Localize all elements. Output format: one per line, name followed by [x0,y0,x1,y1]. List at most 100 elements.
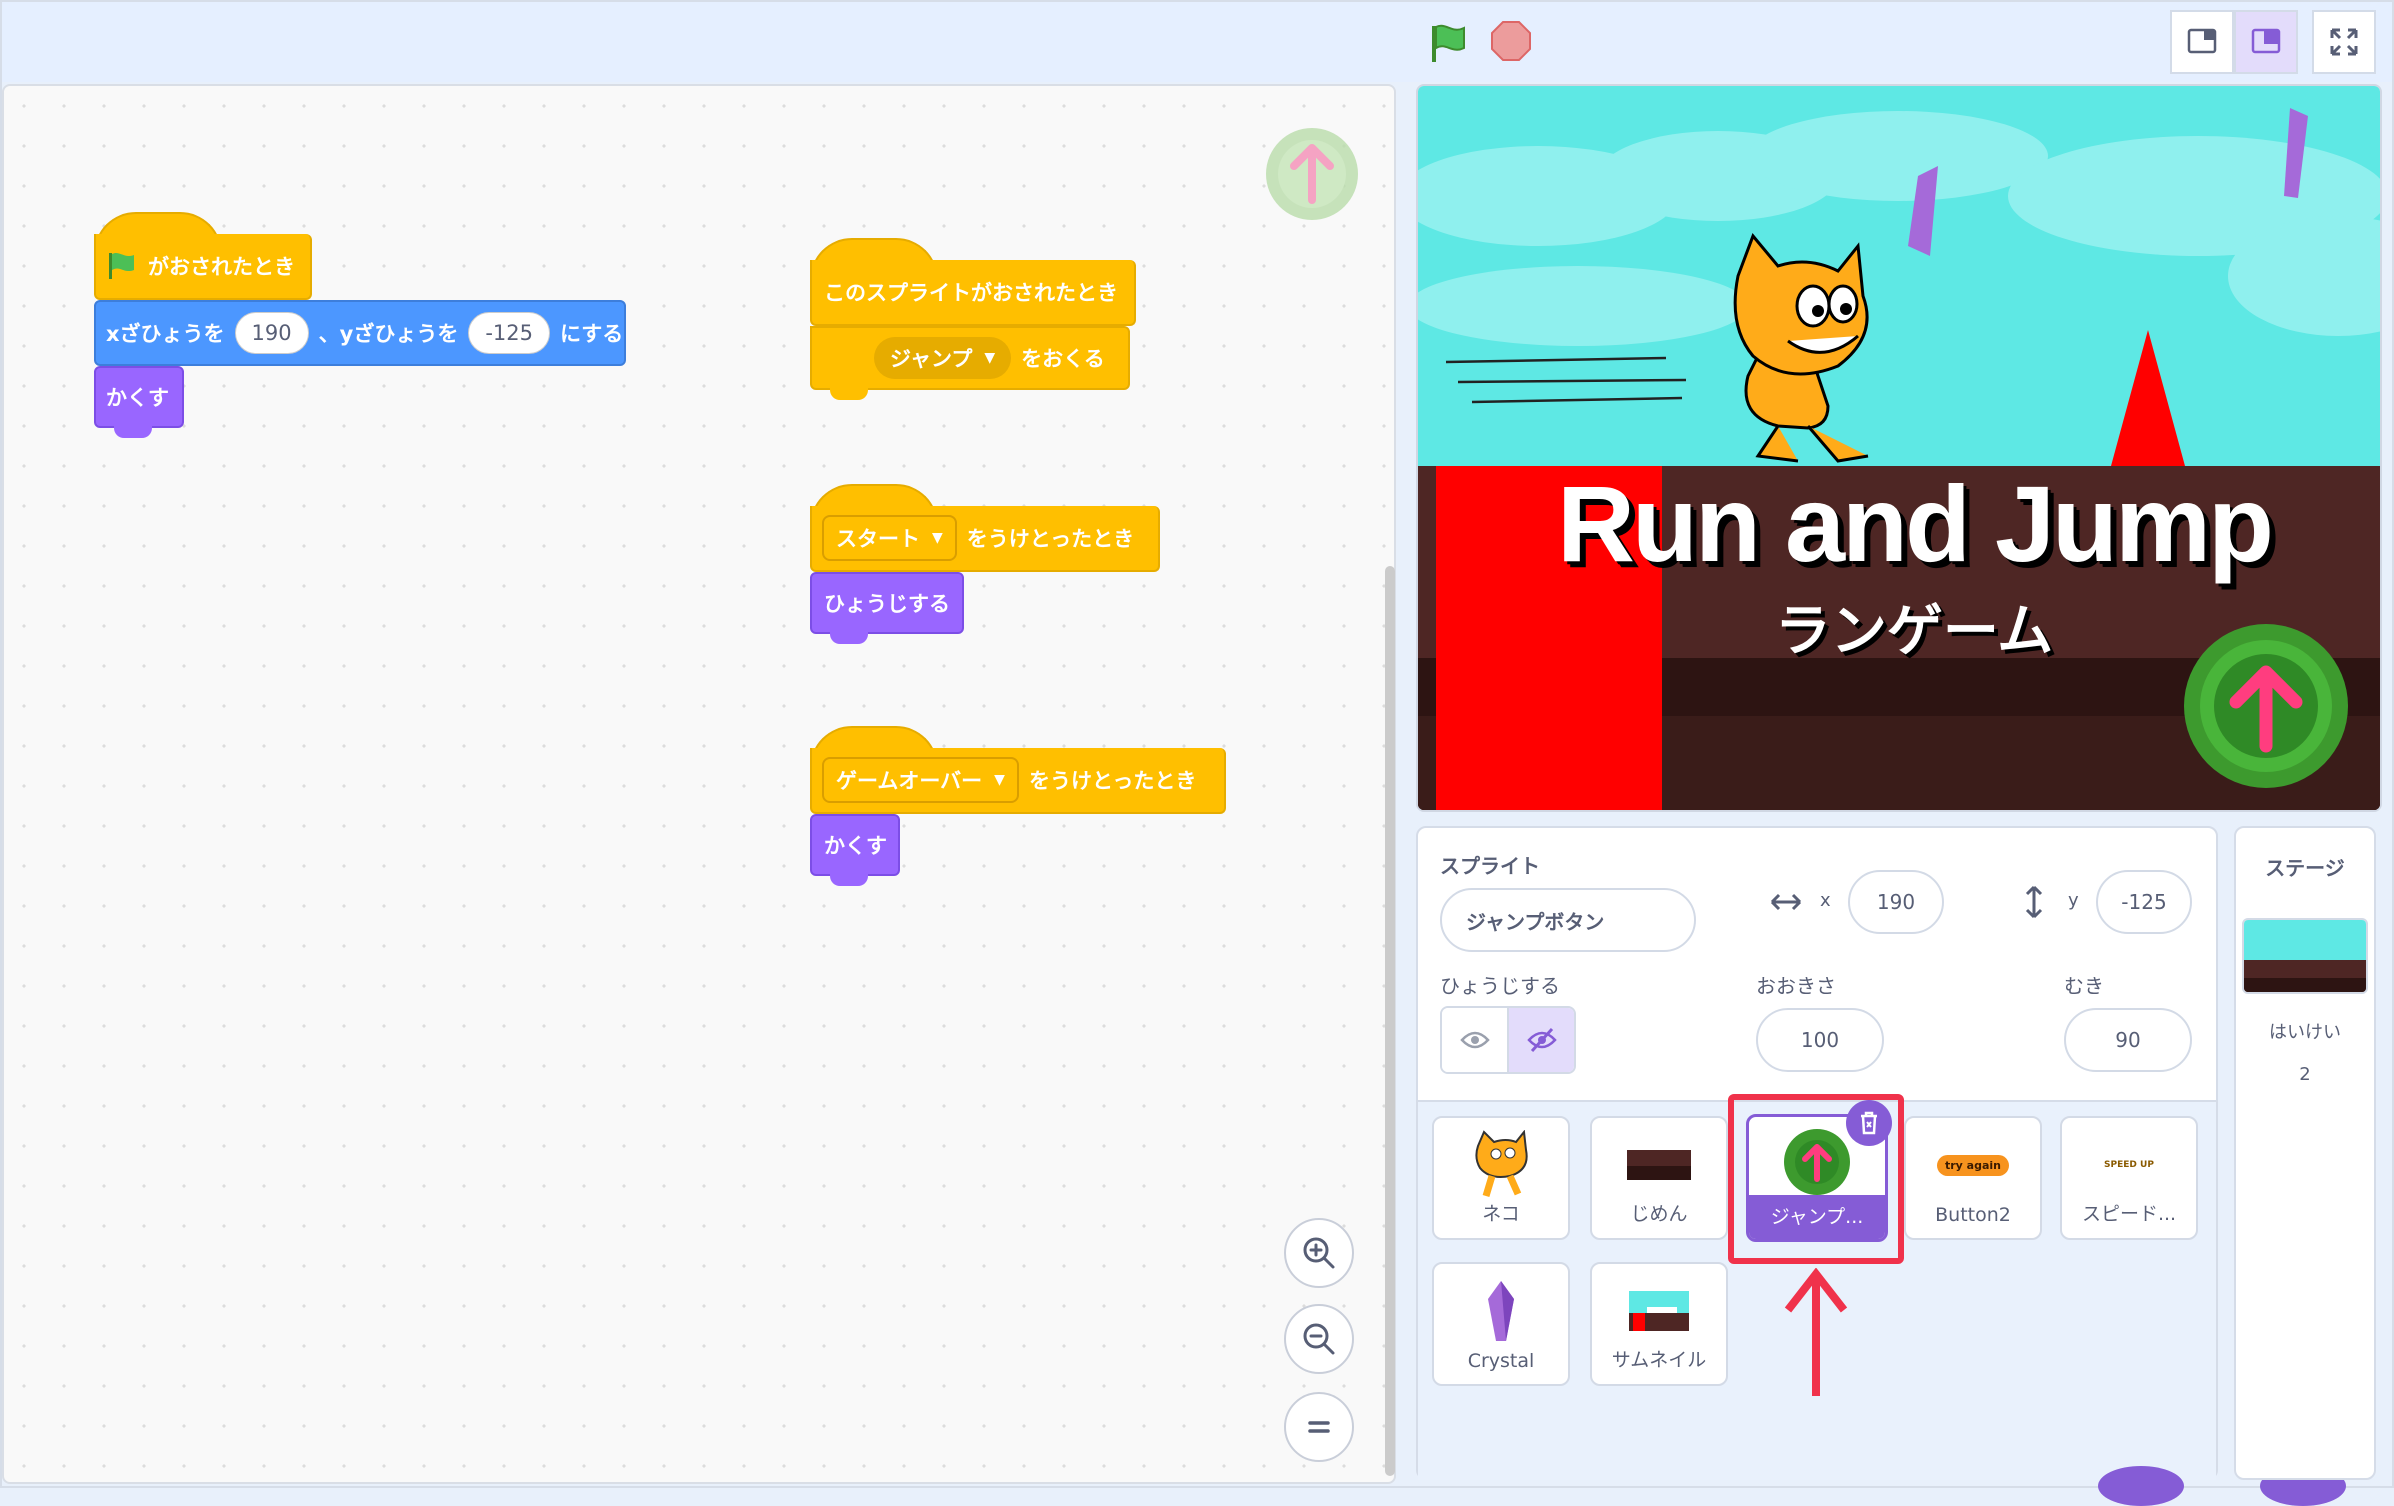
sprite-tile-crystal[interactable]: Crystal [1432,1262,1570,1386]
try-again-thumb: try again [1936,1154,2009,1176]
choose-sprite-button[interactable] [2098,1466,2184,1506]
green-flag-icon [109,252,134,279]
x-input[interactable]: 190 [234,312,309,354]
stage-backdrop [1418,86,2380,810]
block-text: かくす [106,386,169,410]
sprite-tile-ground[interactable]: じめん [1590,1116,1728,1240]
block-notch [114,426,152,438]
sprite-tile-label: ネコ [1482,1203,1520,1225]
sprite-tile-button2[interactable]: try again Button2 [1904,1116,2042,1240]
size-input[interactable]: 100 [1756,1008,1884,1072]
dropdown-text: ゲームオーバー [836,769,983,793]
cat-icon [1475,1130,1528,1198]
block-text: をうけとったとき [1028,769,1197,793]
message-dropdown[interactable]: スタート ▼ [822,515,957,561]
small-stage-icon [2187,28,2217,54]
hide-button[interactable] [1507,1008,1574,1072]
block-text: xざひょうを [106,322,225,346]
normal-stage-icon [2251,28,2281,54]
zoom-reset-icon [1308,1421,1330,1433]
backdrop-label: はいけい [2269,1022,2341,1043]
show-button[interactable] [1442,1008,1507,1072]
sprite-tile-thumbnail[interactable]: サムネイル [1590,1262,1728,1386]
sprite-name-input[interactable]: ジャンプボタン [1440,888,1696,952]
stage-subtitle-text: ランゲーム [1774,599,2054,664]
code-area[interactable]: がおされたとき xざひょうを 190 、yざひょうを -125 にする かくす … [2,84,1396,1484]
sprite-tile-speed[interactable]: SPEED UP スピード... [2060,1116,2198,1240]
when-i-receive-block[interactable]: ゲームオーバー ▼ をうけとったとき [810,748,1226,814]
eye-icon [1459,1031,1490,1049]
dropdown-caret-icon: ▼ [984,350,996,366]
x-arrows-icon [1770,893,1802,911]
when-i-receive-block[interactable]: スタート ▼ をうけとったとき [810,506,1160,572]
backdrop-count: 2 [2299,1064,2311,1085]
x-position-input[interactable]: 190 [1848,870,1944,934]
sprite-tile-label: Crystal [1467,1350,1535,1372]
x-label: x [1820,890,1831,911]
stage-canvas[interactable] [1416,84,2382,812]
backdrop-thumbnail[interactable] [2242,918,2368,994]
normal-stage-button[interactable] [2234,10,2298,74]
stop-icon[interactable] [1490,20,1532,62]
sprite-thumbnail: SPEED UP [2062,1128,2196,1202]
block-text: にする [560,322,624,346]
go-to-xy-block[interactable]: xざひょうを 190 、yざひょうを -125 にする [94,300,626,366]
broadcast-block[interactable]: ジャンプ ▼ をおくる [810,326,1130,390]
crystal-icon [1488,1281,1514,1341]
stage-title-text: Run and Jump [1557,463,2274,584]
block-notch [830,632,868,644]
zoom-out-button[interactable] [1284,1304,1354,1374]
sprite-tile-label: サムネイル [1611,1349,1707,1371]
sprite-thumbnail [1434,1274,1568,1348]
green-flag-icon[interactable] [1428,22,1468,64]
zoom-reset-button[interactable] [1284,1392,1354,1462]
hide-block[interactable]: かくす [810,814,900,876]
when-flag-clicked-block[interactable]: がおされたとき [94,234,312,300]
block-text: 、yざひょうを [318,322,459,346]
sprite-tile-cat[interactable]: ネコ [1432,1116,1570,1240]
block-text: をおくる [1021,347,1105,371]
sprite-tile-label: スピード... [2081,1203,2177,1225]
fullscreen-button[interactable] [2312,10,2376,74]
zoom-out-icon [1303,1323,1335,1355]
block-notch [830,874,868,886]
block-text: ひょうじする [824,592,950,616]
size-label: おおきさ [1756,974,1836,998]
sprite-corner-preview-icon [1266,128,1358,220]
speed-up-thumb: SPEED UP [2104,1160,2154,1170]
fullscreen-icon [2330,28,2358,56]
zoom-in-button[interactable] [1284,1218,1354,1288]
dropdown-caret-icon: ▼ [932,530,943,546]
code-scrollbar[interactable] [1385,566,1395,1476]
y-position-input[interactable]: -125 [2096,870,2192,934]
highlight-box [1728,1094,1904,1264]
top-toolbar [2,2,2392,82]
block-notch [830,388,868,400]
y-input[interactable]: -125 [468,312,551,354]
up-arrow-annotation-icon [1784,1268,1848,1396]
dropdown-text: スタート [836,527,920,551]
sprite-thumbnail [1592,1274,1726,1348]
sprite-thumbnail: try again [1906,1128,2040,1202]
block-text: をうけとったとき [966,527,1135,551]
zoom-in-icon [1303,1237,1335,1269]
backdrop-thumbnail-image [2244,920,2366,992]
direction-label: むき [2064,974,2104,998]
block-text: このスプライトがおされたとき [824,281,1118,305]
block-text: がおされたとき [148,255,295,279]
y-label: y [2068,890,2079,911]
sprite-tile-label: Button2 [1935,1204,2011,1226]
message-dropdown[interactable]: ジャンプ ▼ [874,337,1012,379]
show-label: ひょうじする [1440,974,1560,998]
sprite-thumbnail [1592,1128,1726,1202]
hide-block[interactable]: かくす [94,366,184,428]
when-sprite-clicked-block[interactable]: このスプライトがおされたとき [810,260,1136,326]
thumbnail-image-icon [1629,1291,1689,1331]
visibility-toggle [1440,1006,1576,1074]
direction-input[interactable]: 90 [2064,1008,2192,1072]
dropdown-caret-icon: ▼ [994,772,1005,788]
small-stage-button[interactable] [2170,10,2234,74]
show-block[interactable]: ひょうじする [810,572,964,634]
message-dropdown[interactable]: ゲームオーバー ▼ [822,757,1019,803]
sprite-label: スプライト [1440,854,1540,878]
